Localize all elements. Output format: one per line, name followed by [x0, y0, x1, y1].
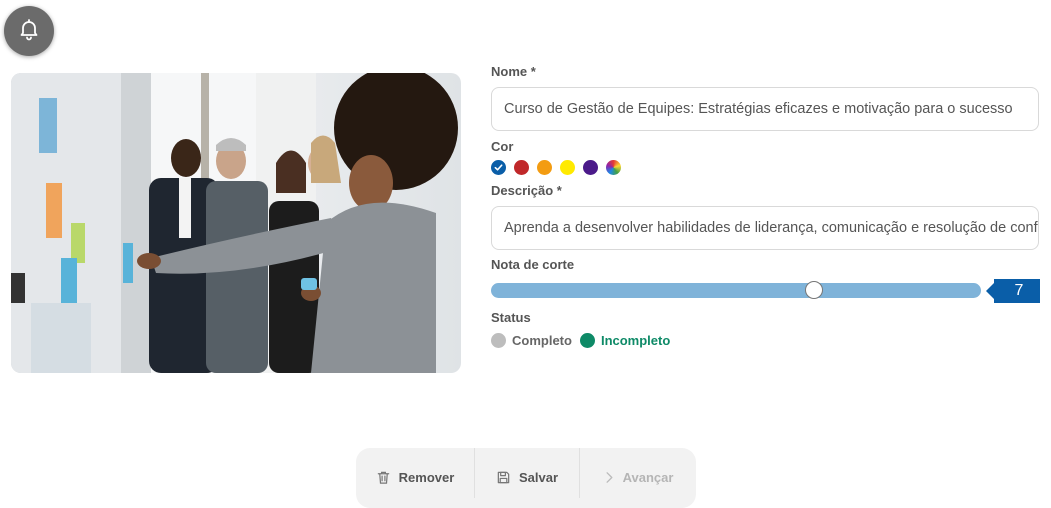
color-swatch-multicolor[interactable]	[606, 160, 621, 175]
name-field[interactable]: Curso de Gestão de Equipes: Estratégias …	[491, 87, 1039, 131]
description-label: Descrição *	[491, 183, 562, 198]
course-cover-image	[11, 73, 461, 373]
check-icon	[494, 164, 503, 171]
cutoff-label: Nota de corte	[491, 257, 575, 272]
bell-icon	[17, 17, 41, 46]
status-label: Status	[491, 310, 531, 325]
action-toolbar: Remover Salvar Avançar	[356, 448, 696, 508]
chevron-right-icon	[606, 471, 613, 483]
remove-label: Remover	[398, 469, 455, 485]
save-icon	[497, 471, 510, 483]
name-label: Nome *	[491, 64, 536, 79]
radio-dot	[491, 333, 506, 348]
cutoff-slider-thumb[interactable]	[805, 281, 823, 299]
next-button[interactable]: Avançar	[580, 448, 696, 506]
color-swatch-orange[interactable]	[537, 160, 552, 175]
remove-button[interactable]: Remover	[356, 448, 474, 506]
status-options: Completo Incompleto	[491, 333, 670, 348]
radio-dot	[579, 333, 595, 348]
color-swatch-blue[interactable]	[491, 160, 506, 175]
description-field[interactable]: Aprenda a desenvolver habilidades de lid…	[491, 206, 1039, 250]
next-label: Avançar	[622, 469, 674, 485]
description-value: Aprenda a desenvolver habilidades de lid…	[504, 220, 1039, 236]
status-option-incompleto[interactable]: Incompleto	[579, 333, 671, 348]
cutoff-slider[interactable]	[491, 283, 981, 298]
color-label: Cor	[491, 139, 514, 154]
status-option-label: Completo	[512, 333, 572, 348]
notification-button[interactable]	[4, 6, 54, 56]
status-option-label: Incompleto	[600, 333, 671, 348]
save-button[interactable]: Salvar	[475, 448, 579, 506]
color-swatch-red[interactable]	[514, 160, 529, 175]
name-value: Curso de Gestão de Equipes: Estratégias …	[504, 101, 1013, 117]
color-swatch-purple[interactable]	[583, 160, 598, 175]
color-picker	[491, 160, 621, 175]
status-option-completo[interactable]: Completo	[491, 333, 572, 348]
trash-icon	[377, 471, 389, 484]
color-swatch-yellow[interactable]	[560, 160, 575, 175]
save-label: Salvar	[518, 469, 559, 485]
cutoff-value: 7	[986, 279, 1040, 303]
